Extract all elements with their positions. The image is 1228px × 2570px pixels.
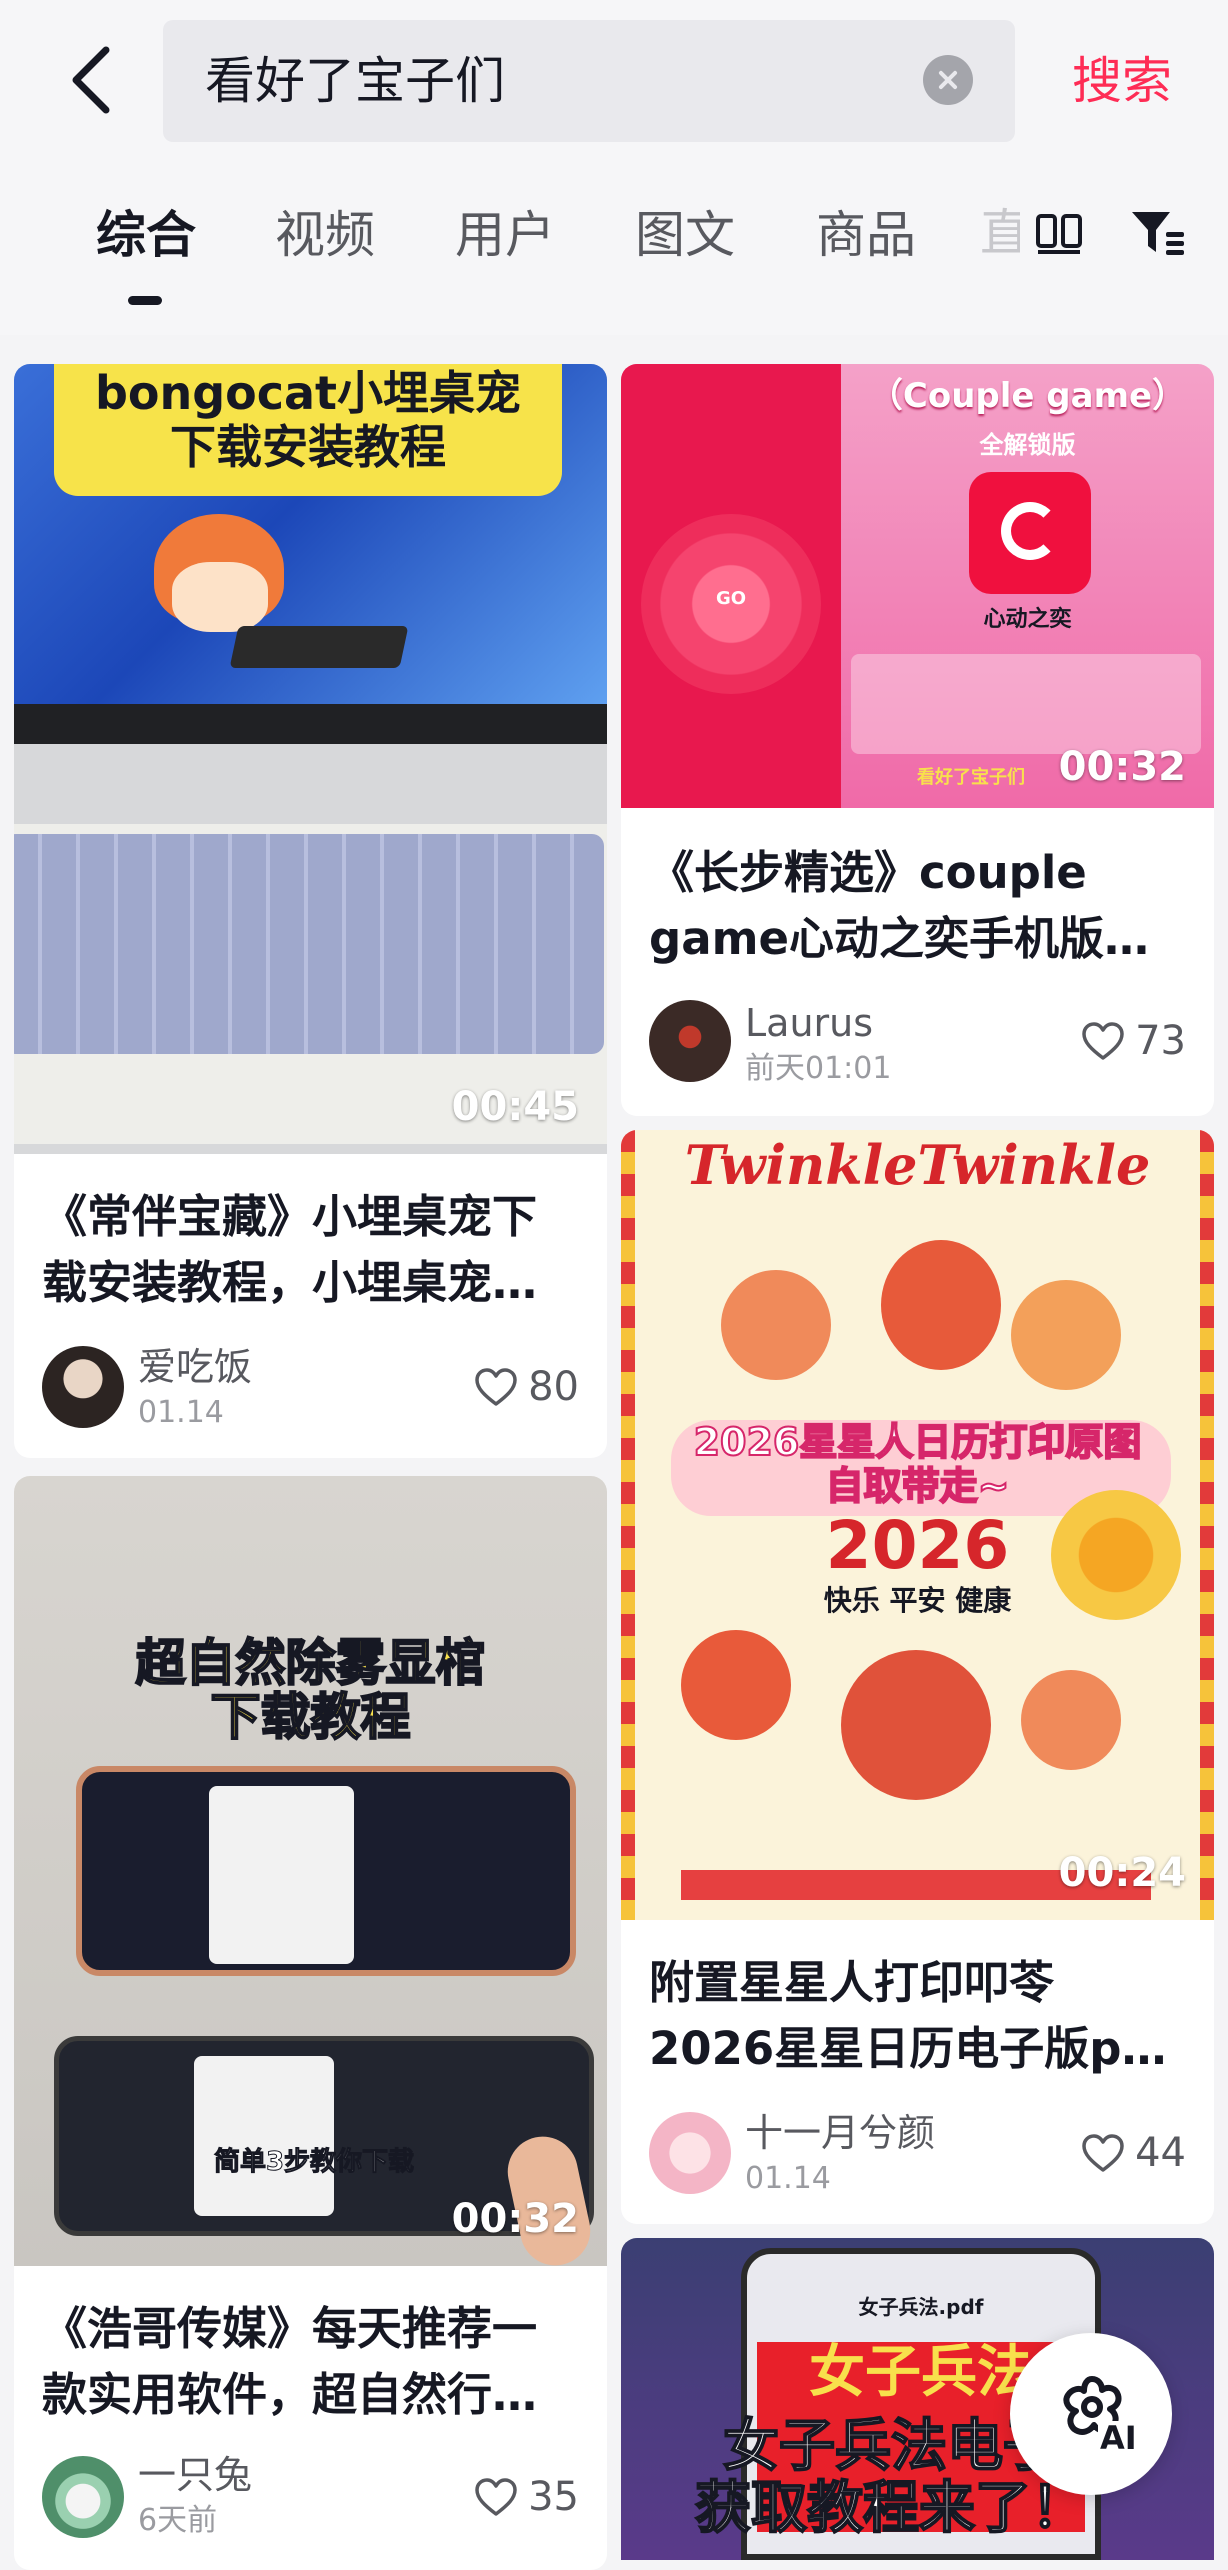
author-avatar[interactable]	[42, 2456, 124, 2538]
go-label: GO	[715, 588, 747, 609]
video-thumbnail[interactable]: 超自然除雾显棺 下载教程 简单3步教你下载 00:32	[14, 1476, 607, 2266]
character-5	[841, 1650, 991, 1800]
like-count: 35	[528, 2474, 579, 2520]
character-3	[1011, 1280, 1121, 1390]
settings-panel	[209, 1786, 354, 1964]
author-name[interactable]: 爱吃饭	[138, 1344, 252, 1390]
author-avatar[interactable]	[649, 1000, 731, 1082]
video-thumbnail[interactable]: TwinkleTwinkle 2026星星人日历打印原图 自取带走~ 2026 …	[621, 1130, 1214, 1920]
heart-icon	[475, 2478, 517, 2516]
back-button[interactable]	[62, 40, 122, 120]
ai-assistant-button[interactable]: AI	[1010, 2333, 1172, 2495]
character-4	[681, 1630, 791, 1740]
video-thumbnail[interactable]: GO （Couple game） 全解锁版 心动之奕 看好了宝子们 00:32	[621, 364, 1214, 808]
heart-swirl-logo	[1001, 502, 1059, 560]
thumbnail-title-line-2: 下载安装教程	[170, 420, 446, 474]
author-name[interactable]: 十一月兮颜	[745, 2110, 935, 2156]
like-button[interactable]: 44	[1081, 2128, 1186, 2178]
app-stats	[851, 654, 1201, 754]
tab-bar: 综合 视频 用户 图文 商品 直	[0, 160, 1228, 335]
post-time: 前天01:01	[745, 1051, 892, 1086]
like-count: 44	[1135, 2130, 1186, 2176]
app-name: 心动之奕	[983, 607, 1072, 632]
thumbnail-title-line-1: 超自然除雾显棺	[135, 1634, 487, 1692]
monitor-bezel	[14, 704, 607, 744]
video-duration: 00:32	[451, 2196, 579, 2242]
tab-video[interactable]: 视频	[275, 202, 375, 268]
document-title: 女子兵法.pdf	[858, 2295, 984, 2319]
thumbnail-title-line-2: 下载教程	[210, 1688, 412, 1746]
clear-icon[interactable]	[923, 55, 973, 105]
mini-keyboard	[229, 626, 409, 668]
card-title: 《浩哥传媒》每天推荐一 款实用软件，超自然行…	[42, 2302, 538, 2421]
like-button[interactable]: 80	[474, 1362, 579, 1412]
character-6	[1021, 1670, 1121, 1770]
settings-panel-2	[194, 2056, 334, 2216]
video-duration: 00:24	[1058, 1850, 1186, 1896]
tab-live[interactable]: 直	[980, 200, 1020, 280]
tab-all[interactable]: 综合	[96, 202, 196, 268]
heart-icon	[475, 1368, 517, 1406]
like-count: 73	[1135, 1018, 1186, 1064]
tab-products[interactable]: 商品	[816, 202, 916, 268]
feed-card[interactable]: TwinkleTwinkle 2026星星人日历打印原图 自取带走~ 2026 …	[621, 1130, 1214, 2224]
keyboard	[14, 834, 604, 1054]
feed-card[interactable]: 超自然除雾显棺 下载教程 简单3步教你下载 00:32 《浩哥传媒》每天推荐一 …	[14, 1476, 607, 2570]
post-time: 6天前	[138, 2503, 218, 2538]
heart-icon	[1082, 2134, 1124, 2172]
back-arrow-icon	[72, 46, 110, 114]
like-count: 80	[528, 1364, 579, 1410]
search-input[interactable]: 看好了宝子们	[163, 20, 1015, 142]
search-query-text: 看好了宝子们	[205, 52, 505, 110]
thumbnail-title-line-1: bongocat小埋桌宠	[94, 366, 522, 420]
grid-layout-icon[interactable]	[1036, 214, 1082, 254]
search-button[interactable]: 搜索	[1072, 48, 1172, 114]
post-time: 01.14	[138, 1395, 224, 1430]
author-avatar[interactable]	[649, 2112, 731, 2194]
thumbnail-caption: 简单3步教你下载	[213, 2147, 415, 2177]
author-name[interactable]: Laurus	[745, 1000, 873, 1046]
feed-card[interactable]: GO （Couple game） 全解锁版 心动之奕 看好了宝子们 00:32 …	[621, 364, 1214, 1116]
active-tab-indicator	[128, 296, 162, 305]
left-border	[621, 1130, 635, 1920]
card-title: 《长步精选》couple game心动之奕手机版…	[649, 846, 1149, 965]
heart-icon	[1082, 1022, 1124, 1060]
character-face	[172, 562, 268, 632]
thumbnail-title-line-1: TwinkleTwinkle	[684, 1133, 1151, 1197]
search-header: 看好了宝子们 搜索	[0, 0, 1228, 160]
filter-icon[interactable]	[1130, 208, 1186, 260]
character-2	[881, 1240, 1001, 1370]
like-button[interactable]: 73	[1081, 1016, 1186, 1066]
video-thumbnail[interactable]: bongocat小埋桌宠 下载安装教程 00:45	[14, 364, 607, 1154]
thumbnail-title-line-1: （Couple game）	[868, 376, 1187, 416]
thumbnail-title-line-2: 2026星星人日历打印原图	[693, 1420, 1143, 1464]
card-title: 附置星星人打印叩苓 2026星星日历电子版p…	[649, 1956, 1167, 2075]
feed-card[interactable]: bongocat小埋桌宠 下载安装教程 00:45 《常伴宝藏》小埋桌宠下 载安…	[14, 364, 607, 1458]
tab-image-text[interactable]: 图文	[635, 202, 735, 268]
like-button[interactable]: 35	[474, 2472, 579, 2522]
card-title: 《常伴宝藏》小埋桌宠下 载安装教程，小埋桌宠…	[42, 1190, 538, 1309]
sunflower	[1051, 1490, 1181, 1620]
right-border	[1200, 1130, 1214, 1920]
character-1	[721, 1270, 831, 1380]
author-name[interactable]: 一只兔	[138, 2452, 252, 2498]
ai-label: AI	[1098, 2419, 1139, 2457]
thumbnail-title-line-2: 全解锁版	[979, 431, 1076, 459]
tab-users[interactable]: 用户	[455, 202, 555, 268]
video-duration: 00:45	[451, 1084, 579, 1130]
post-time: 01.14	[745, 2161, 831, 2196]
video-duration: 00:32	[1058, 744, 1186, 790]
author-avatar[interactable]	[42, 1346, 124, 1428]
